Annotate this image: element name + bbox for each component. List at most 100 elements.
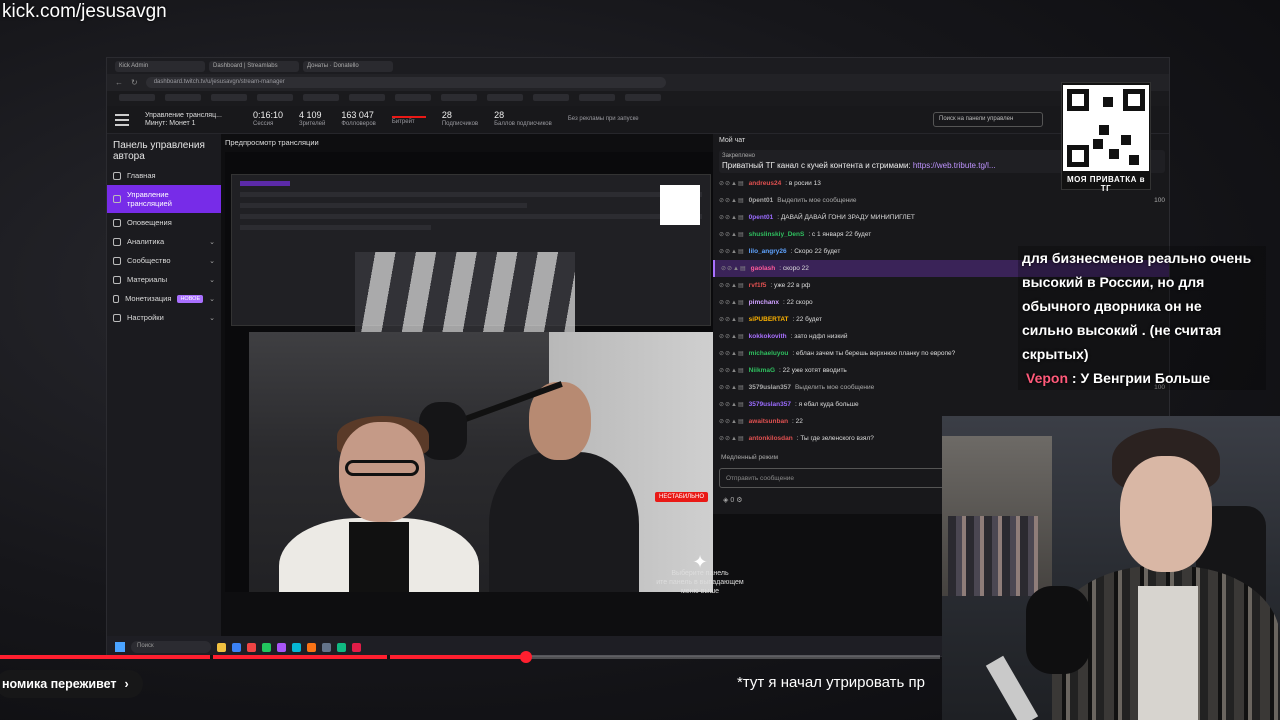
choose-panel-text: ите панель в выпадающем меню выше	[656, 579, 744, 595]
browser-tab[interactable]: Донаты · Donatello	[303, 61, 393, 72]
stream-video	[249, 332, 713, 592]
moderation-icon[interactable]: ⊘⊘▲▤	[719, 350, 745, 357]
bookmark[interactable]	[119, 94, 155, 101]
app-icon[interactable]	[337, 642, 346, 652]
bookmark[interactable]	[257, 94, 293, 101]
moderation-icon[interactable]: ⊘⊘▲▤	[719, 299, 745, 306]
bookmark[interactable]	[579, 94, 615, 101]
bookmark[interactable]	[487, 94, 523, 101]
moderation-icon[interactable]: ⊘⊘▲▤	[719, 435, 745, 442]
windows-icon[interactable]	[115, 642, 125, 652]
chat-message[interactable]: ⊘⊘▲▤ shuslinskiy_DenS: с 1 января 22 буде…	[713, 226, 1169, 243]
browser-tab[interactable]: Кick Admin	[115, 61, 205, 72]
chat-username[interactable]: michaeluyou	[749, 350, 789, 357]
chat-username[interactable]: andreus24	[749, 180, 782, 187]
chat-username[interactable]: 3579uslan357	[749, 384, 791, 391]
chat-username[interactable]: awaitsunban	[749, 418, 788, 425]
moderation-icon[interactable]: ⊘⊘▲▤	[719, 282, 745, 289]
chat-username[interactable]: 0pent01	[749, 214, 774, 221]
sidebar-item-community[interactable]: Сообщество ⌄	[107, 251, 221, 270]
app-icon[interactable]	[292, 642, 301, 652]
browser-tab[interactable]: Dashboard | Streamlabs	[209, 61, 299, 72]
preview-label[interactable]: Предпросмотр трансляции	[225, 138, 319, 147]
points-count: 100	[1154, 197, 1165, 204]
chat-username[interactable]: kokkokovith	[749, 333, 787, 340]
pinned-link[interactable]: https://web.tribute.tg/l...	[913, 161, 996, 170]
dashboard-search-input[interactable]: Поиск на панели управлен	[933, 112, 1043, 127]
app-icon[interactable]	[262, 642, 271, 652]
chat-message[interactable]: ⊘⊘▲▤ 3579uslan357: я ебал куда больше	[713, 396, 1169, 413]
app-icon[interactable]	[322, 642, 331, 652]
moderation-icon[interactable]: ⊘⊘▲▤	[719, 418, 745, 425]
chat-username[interactable]: pimchanx	[749, 299, 779, 306]
moderation-icon[interactable]: ⊘⊘▲▤	[719, 316, 745, 323]
dashboard-header: Управление трансляц... Минут: Монет 1 0:…	[107, 106, 1169, 134]
chat-username[interactable]: 0pent01	[749, 197, 774, 204]
bookmark[interactable]	[303, 94, 339, 101]
app-icon[interactable]	[247, 642, 256, 652]
chat-text: : в росии 13	[785, 180, 821, 187]
moderation-icon[interactable]: ⊘⊘▲▤	[719, 367, 745, 374]
bookmark[interactable]	[533, 94, 569, 101]
menu-icon[interactable]	[115, 113, 129, 126]
bookmark[interactable]	[395, 94, 431, 101]
channel-points[interactable]: ◈ 0 ⚙	[723, 496, 742, 504]
stat-sub-points: 28 Баллов подписчиков	[494, 109, 552, 127]
stat-ads: Без рекламы при запуске	[567, 116, 639, 122]
chevron-down-icon: ⌄	[209, 238, 215, 246]
chat-message[interactable]: ⊘⊘▲▤ 0pent01: ДАВАЙ ДАВАЙ ГОНИ ЗРАДУ МИНИ…	[713, 209, 1169, 226]
kick-url-watermark: kick.com/jesusavgn	[2, 1, 167, 22]
moderation-icon[interactable]: ⊘⊘▲▤	[719, 333, 745, 340]
moderation-icon[interactable]: ⊘⊘▲▤	[719, 214, 745, 221]
chat-username[interactable]: NiikmaG	[749, 367, 775, 374]
chat-username[interactable]: gaolash	[751, 265, 776, 272]
bookmark[interactable]	[349, 94, 385, 101]
sidebar-item-monetization[interactable]: Монетизация НОВОЕ ⌄	[107, 289, 221, 308]
slow-mode-label: Медленный режим	[721, 454, 779, 461]
stairs-image	[355, 252, 575, 332]
moderation-icon[interactable]: ⊘⊘▲▤	[719, 231, 745, 238]
stream-frame: kick.com/jesusavgn Кick Admin Dashboard …	[0, 0, 1280, 720]
app-icon[interactable]	[217, 642, 226, 652]
telegram-qr-card: МОЯ ПРИВАТКА в ТГ	[1061, 82, 1151, 193]
chevron-down-icon: ⌄	[209, 276, 215, 284]
app-icon[interactable]	[232, 642, 241, 652]
moderation-icon[interactable]: ⊘⊘▲▤	[719, 401, 745, 408]
sidebar-item-alerts[interactable]: Оповещения	[107, 213, 221, 232]
video-progress-bar[interactable]	[0, 651, 940, 663]
unstable-badge: НЕСТАБИЛЬНО	[655, 492, 709, 502]
sidebar-item-settings[interactable]: Настройки ⌄	[107, 308, 221, 327]
sidebar-item-stream-manager[interactable]: Управление трансляцией	[107, 185, 221, 213]
reload-icon[interactable]: ↻	[131, 78, 138, 87]
moderation-icon[interactable]: ⊘⊘▲▤	[719, 248, 745, 255]
bookmark[interactable]	[211, 94, 247, 101]
app-icon[interactable]	[307, 642, 316, 652]
sidebar-item-home[interactable]: Главная	[107, 166, 221, 185]
progress-fill	[0, 655, 527, 659]
chapter-button[interactable]: номика переживет ›	[0, 670, 143, 698]
sidebar-item-content[interactable]: Материалы ⌄	[107, 270, 221, 289]
app-icon[interactable]	[352, 642, 361, 652]
moderation-icon[interactable]: ⊘⊘▲▤	[719, 384, 745, 391]
moderation-icon[interactable]: ⊘⊘▲▤	[719, 197, 745, 204]
chat-username[interactable]: lilo_angry26	[749, 248, 787, 255]
taskbar-search[interactable]: Поиск	[131, 641, 211, 653]
chevron-down-icon: ⌄	[209, 314, 215, 322]
progress-scrubber[interactable]	[520, 651, 533, 663]
chat-username[interactable]: 3579uslan357	[749, 401, 791, 408]
moderation-icon[interactable]: ⊘⊘▲▤	[719, 180, 745, 187]
chevron-right-icon: ›	[124, 677, 129, 691]
chat-username[interactable]: antonkilosdan	[749, 435, 793, 442]
bookmark[interactable]	[441, 94, 477, 101]
moderation-icon[interactable]: ⊘⊘▲▤	[721, 265, 747, 272]
sidebar-item-analytics[interactable]: Аналитика ⌄	[107, 232, 221, 251]
url-field[interactable]: dashboard.twitch.tv/u/jesusavgn/stream-m…	[145, 77, 666, 88]
app-icon[interactable]	[277, 642, 286, 652]
chat-message[interactable]: ⊘⊘▲▤ 0pent01 Выделить мое сообщение 100	[713, 192, 1169, 209]
bookmark[interactable]	[625, 94, 661, 101]
bookmark[interactable]	[165, 94, 201, 101]
chat-username[interactable]: shuslinskiy_DenS	[749, 231, 805, 238]
chat-username[interactable]: siPUBERTAT	[749, 316, 789, 323]
chat-username[interactable]: rvf1f5	[749, 282, 767, 289]
back-icon[interactable]: ←	[115, 78, 123, 87]
